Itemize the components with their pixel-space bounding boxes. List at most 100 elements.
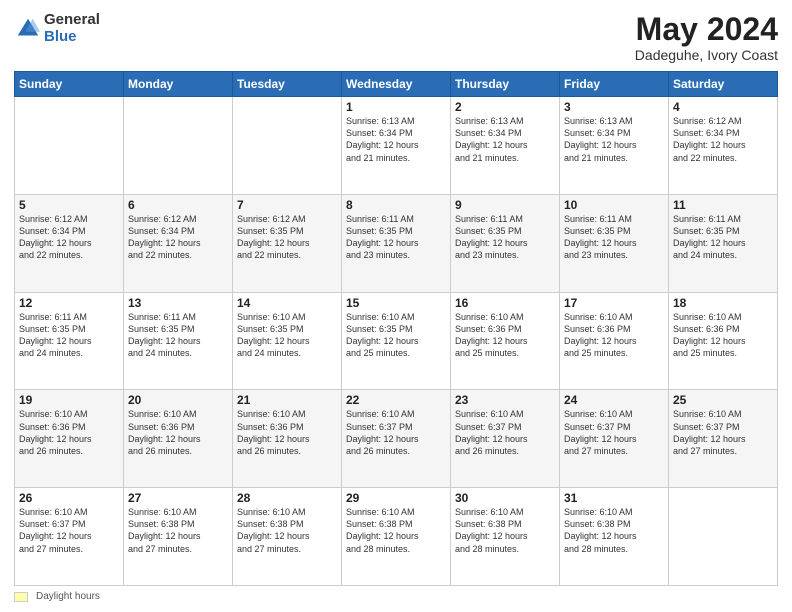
calendar-cell: 8Sunrise: 6:11 AM Sunset: 6:35 PM Daylig… — [342, 194, 451, 292]
day-number: 21 — [237, 393, 337, 407]
day-info: Sunrise: 6:12 AM Sunset: 6:34 PM Dayligh… — [673, 115, 773, 164]
calendar-cell: 18Sunrise: 6:10 AM Sunset: 6:36 PM Dayli… — [669, 292, 778, 390]
day-info: Sunrise: 6:10 AM Sunset: 6:37 PM Dayligh… — [346, 408, 446, 457]
header: General Blue May 2024 Dadeguhe, Ivory Co… — [14, 12, 778, 63]
day-info: Sunrise: 6:13 AM Sunset: 6:34 PM Dayligh… — [346, 115, 446, 164]
calendar-cell: 17Sunrise: 6:10 AM Sunset: 6:36 PM Dayli… — [560, 292, 669, 390]
day-number: 5 — [19, 198, 119, 212]
day-info: Sunrise: 6:13 AM Sunset: 6:34 PM Dayligh… — [564, 115, 664, 164]
calendar-cell: 22Sunrise: 6:10 AM Sunset: 6:37 PM Dayli… — [342, 390, 451, 488]
day-number: 29 — [346, 491, 446, 505]
day-info: Sunrise: 6:10 AM Sunset: 6:35 PM Dayligh… — [237, 311, 337, 360]
daylight-swatch — [14, 592, 28, 602]
day-number: 27 — [128, 491, 228, 505]
calendar-cell: 26Sunrise: 6:10 AM Sunset: 6:37 PM Dayli… — [15, 488, 124, 586]
day-info: Sunrise: 6:11 AM Sunset: 6:35 PM Dayligh… — [455, 213, 555, 262]
calendar-cell: 23Sunrise: 6:10 AM Sunset: 6:37 PM Dayli… — [451, 390, 560, 488]
day-number: 2 — [455, 100, 555, 114]
col-header-monday: Monday — [124, 72, 233, 97]
day-info: Sunrise: 6:10 AM Sunset: 6:36 PM Dayligh… — [455, 311, 555, 360]
calendar-cell: 31Sunrise: 6:10 AM Sunset: 6:38 PM Dayli… — [560, 488, 669, 586]
day-number: 22 — [346, 393, 446, 407]
day-info: Sunrise: 6:10 AM Sunset: 6:38 PM Dayligh… — [455, 506, 555, 555]
calendar-cell: 6Sunrise: 6:12 AM Sunset: 6:34 PM Daylig… — [124, 194, 233, 292]
day-info: Sunrise: 6:10 AM Sunset: 6:38 PM Dayligh… — [237, 506, 337, 555]
day-number: 15 — [346, 296, 446, 310]
day-info: Sunrise: 6:10 AM Sunset: 6:38 PM Dayligh… — [128, 506, 228, 555]
day-number: 14 — [237, 296, 337, 310]
calendar-cell — [15, 97, 124, 195]
calendar-cell: 16Sunrise: 6:10 AM Sunset: 6:36 PM Dayli… — [451, 292, 560, 390]
calendar-cell: 5Sunrise: 6:12 AM Sunset: 6:34 PM Daylig… — [15, 194, 124, 292]
day-number: 16 — [455, 296, 555, 310]
day-number: 10 — [564, 198, 664, 212]
day-number: 1 — [346, 100, 446, 114]
day-info: Sunrise: 6:11 AM Sunset: 6:35 PM Dayligh… — [19, 311, 119, 360]
calendar-week-row: 26Sunrise: 6:10 AM Sunset: 6:37 PM Dayli… — [15, 488, 778, 586]
calendar-cell: 7Sunrise: 6:12 AM Sunset: 6:35 PM Daylig… — [233, 194, 342, 292]
calendar-cell — [233, 97, 342, 195]
calendar-cell: 29Sunrise: 6:10 AM Sunset: 6:38 PM Dayli… — [342, 488, 451, 586]
day-info: Sunrise: 6:11 AM Sunset: 6:35 PM Dayligh… — [673, 213, 773, 262]
day-number: 26 — [19, 491, 119, 505]
calendar-cell — [124, 97, 233, 195]
calendar-cell: 21Sunrise: 6:10 AM Sunset: 6:36 PM Dayli… — [233, 390, 342, 488]
calendar-header-row: SundayMondayTuesdayWednesdayThursdayFrid… — [15, 72, 778, 97]
col-header-sunday: Sunday — [15, 72, 124, 97]
calendar-cell: 13Sunrise: 6:11 AM Sunset: 6:35 PM Dayli… — [124, 292, 233, 390]
day-info: Sunrise: 6:10 AM Sunset: 6:37 PM Dayligh… — [455, 408, 555, 457]
day-number: 6 — [128, 198, 228, 212]
day-number: 3 — [564, 100, 664, 114]
title-block: May 2024 Dadeguhe, Ivory Coast — [635, 12, 778, 63]
col-header-wednesday: Wednesday — [342, 72, 451, 97]
day-number: 28 — [237, 491, 337, 505]
day-info: Sunrise: 6:10 AM Sunset: 6:36 PM Dayligh… — [673, 311, 773, 360]
day-number: 17 — [564, 296, 664, 310]
day-info: Sunrise: 6:10 AM Sunset: 6:37 PM Dayligh… — [19, 506, 119, 555]
day-number: 11 — [673, 198, 773, 212]
day-number: 24 — [564, 393, 664, 407]
calendar-week-row: 19 Sunrise: 6:10 AM Sunset: 6:36 PM Dayli… — [15, 390, 778, 488]
day-info: Sunrise: 6:11 AM Sunset: 6:35 PM Dayligh… — [346, 213, 446, 262]
day-info: Sunrise: 6:10 AM Sunset: 6:36 PM Dayligh… — [564, 311, 664, 360]
calendar-cell: 1Sunrise: 6:13 AM Sunset: 6:34 PM Daylig… — [342, 97, 451, 195]
logo-text: General Blue — [44, 12, 100, 45]
day-number: 20 — [128, 393, 228, 407]
daylight-label: Daylight hours — [36, 591, 100, 602]
day-info: Sunrise: 6:12 AM Sunset: 6:34 PM Dayligh… — [128, 213, 228, 262]
calendar-cell: 20Sunrise: 6:10 AM Sunset: 6:36 PM Dayli… — [124, 390, 233, 488]
title-location: Dadeguhe, Ivory Coast — [635, 47, 778, 63]
day-number: 23 — [455, 393, 555, 407]
footer: Daylight hours — [14, 591, 778, 602]
day-number: 7 — [237, 198, 337, 212]
logo: General Blue — [14, 12, 100, 45]
day-number: 30 — [455, 491, 555, 505]
day-number: 12 — [19, 296, 119, 310]
title-month: May 2024 — [635, 12, 778, 47]
calendar-week-row: 5Sunrise: 6:12 AM Sunset: 6:34 PM Daylig… — [15, 194, 778, 292]
day-number: 4 — [673, 100, 773, 114]
day-info: Sunrise: 6:10 AM Sunset: 6:36 PM Dayligh… — [237, 408, 337, 457]
col-header-tuesday: Tuesday — [233, 72, 342, 97]
page: General Blue May 2024 Dadeguhe, Ivory Co… — [0, 0, 792, 612]
day-number: 19 — [19, 393, 119, 407]
calendar-cell: 4Sunrise: 6:12 AM Sunset: 6:34 PM Daylig… — [669, 97, 778, 195]
day-info: Sunrise: 6:10 AM Sunset: 6:37 PM Dayligh… — [673, 408, 773, 457]
calendar-cell: 9Sunrise: 6:11 AM Sunset: 6:35 PM Daylig… — [451, 194, 560, 292]
calendar-cell: 25Sunrise: 6:10 AM Sunset: 6:37 PM Dayli… — [669, 390, 778, 488]
calendar-cell: 19Sunrise: 6:10 AM Sunset: 6:36 PM Dayli… — [15, 390, 124, 488]
logo-general: General — [44, 12, 100, 29]
calendar-cell — [669, 488, 778, 586]
day-info: Sunrise: 6:12 AM Sunset: 6:35 PM Dayligh… — [237, 213, 337, 262]
calendar-cell: 2Sunrise: 6:13 AM Sunset: 6:34 PM Daylig… — [451, 97, 560, 195]
day-number: 31 — [564, 491, 664, 505]
day-number: 13 — [128, 296, 228, 310]
calendar-cell: 3Sunrise: 6:13 AM Sunset: 6:34 PM Daylig… — [560, 97, 669, 195]
day-number: 9 — [455, 198, 555, 212]
day-info: Sunrise: 6:12 AM Sunset: 6:34 PM Dayligh… — [19, 213, 119, 262]
day-info: Sunrise: 6:10 AM Sunset: 6:35 PM Dayligh… — [346, 311, 446, 360]
day-info: Sunrise: 6:11 AM Sunset: 6:35 PM Dayligh… — [564, 213, 664, 262]
col-header-thursday: Thursday — [451, 72, 560, 97]
calendar-cell: 14Sunrise: 6:10 AM Sunset: 6:35 PM Dayli… — [233, 292, 342, 390]
day-number: 18 — [673, 296, 773, 310]
